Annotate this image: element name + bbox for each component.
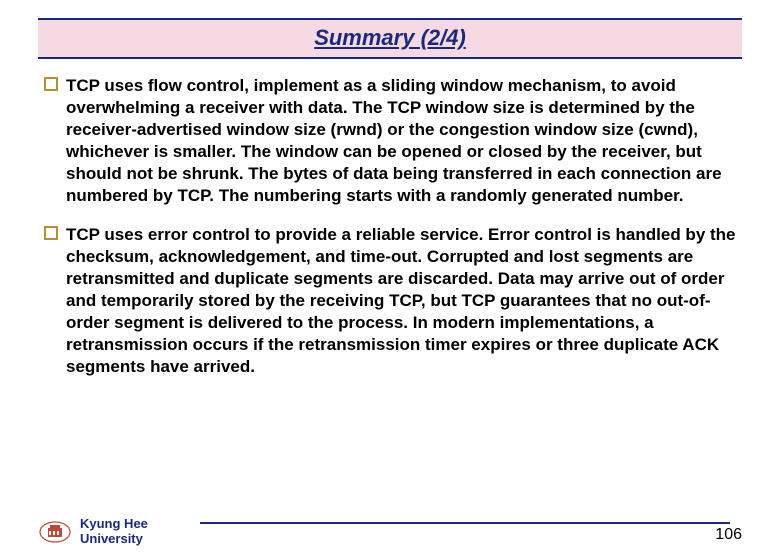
university-name: Kyung Hee University bbox=[80, 517, 148, 546]
bullet-item: TCP uses flow control, implement as a sl… bbox=[44, 75, 736, 208]
footer: Kyung Hee University 106 bbox=[38, 517, 742, 546]
bullet-text: TCP uses error control to provide a reli… bbox=[66, 224, 736, 379]
footer-left: Kyung Hee University bbox=[38, 517, 148, 546]
slide: Summary (2/4) TCP uses flow control, imp… bbox=[0, 18, 780, 558]
content-area: TCP uses flow control, implement as a sl… bbox=[0, 59, 780, 378]
university-name-line2: University bbox=[80, 532, 148, 546]
university-logo-icon bbox=[38, 520, 72, 544]
bullet-square-icon bbox=[44, 77, 58, 91]
university-name-line1: Kyung Hee bbox=[80, 517, 148, 531]
slide-title: Summary (2/4) bbox=[314, 25, 466, 50]
title-bar: Summary (2/4) bbox=[38, 18, 742, 59]
bullet-item: TCP uses error control to provide a reli… bbox=[44, 224, 736, 379]
page-number: 106 bbox=[715, 526, 742, 544]
bullet-square-icon bbox=[44, 226, 58, 240]
bullet-text: TCP uses flow control, implement as a sl… bbox=[66, 75, 736, 208]
